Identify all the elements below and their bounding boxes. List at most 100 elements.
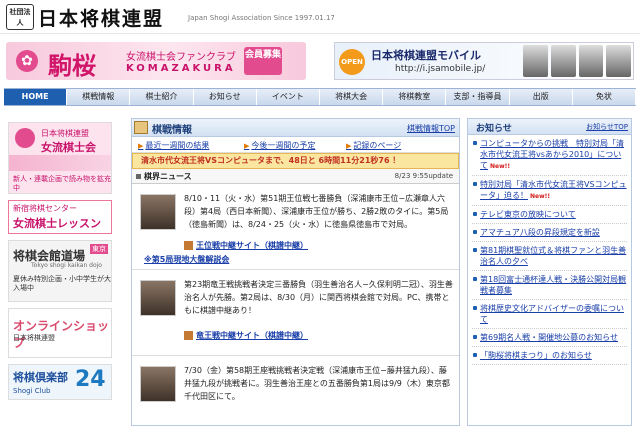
club-title: 将棋倶楽部 <box>13 371 68 384</box>
book-icon <box>184 331 193 340</box>
kaikan-desc: 夏休み特別企画・小中学生が大入場中 <box>13 275 111 292</box>
notice-item[interactable]: テレビ東京の放映について <box>472 206 627 224</box>
mobile-banner[interactable]: OPEN 日本将棋連盟モバイル http://i.jsamobile.jp/ <box>334 42 634 80</box>
club-sub: Shogi Club <box>13 387 51 395</box>
news-item: 第23期竜王戦挑戦者決定三番勝負（羽生善治名人−久保利明二冠）、羽生善治名人が先… <box>132 270 459 356</box>
phone-screens-image <box>523 45 631 77</box>
player-photo <box>140 280 176 316</box>
news-item-text: 第23期竜王戦挑戦者決定三番勝負（羽生善治名人−久保利明二冠）、羽生善治名人が先… <box>184 280 453 315</box>
komazakura-tagline: 女流棋士会ファンクラブ <box>126 52 236 63</box>
records-label: 記録のページ <box>353 141 402 150</box>
online-shop-banner[interactable]: オンラインショップ 日本将棋連盟 <box>8 308 112 358</box>
bullet-icon <box>473 306 477 310</box>
kisen-links: ▶ 最近一週間の結果 ▶ 今後一週間の予定 ▶ 記録のページ <box>132 137 459 153</box>
association-logo-mark[interactable]: 社団法人 <box>6 4 34 30</box>
site-subtitle: Japan Shogi Association Since 1997.01.17 <box>188 14 335 22</box>
notice-item[interactable]: 第81期棋聖就位式＆将棋ファンと羽生善治名人の夕べ <box>472 242 627 271</box>
notice-item[interactable]: コンピュータからの挑戦 特別対局「清水市代女流王将vsあから2010」について N… <box>472 135 627 176</box>
banner-row: ✿ 駒桜 女流棋士会ファンクラブ KOMAZAKURA 会員募集 OPEN 日本… <box>0 40 640 84</box>
bullet-icon <box>473 248 477 252</box>
sakura-icon <box>15 128 35 148</box>
nav-news[interactable]: お知らせ <box>194 89 257 105</box>
joryu-line2: 女流棋士会 <box>41 141 96 154</box>
oui-broadcast-label: 王位戦中継サイト（棋譜中継） <box>196 241 308 250</box>
notice-link[interactable]: アマチュア八段の昇段規定を新設 <box>480 228 600 237</box>
news-title: 棋界ニュース <box>144 172 192 181</box>
notice-link[interactable]: 第81期棋聖就位式＆将棋ファンと羽生善治名人の夕べ <box>480 246 626 266</box>
player-photo <box>140 366 176 402</box>
notice-item[interactable]: 第69期名人戦・開催地公募のお知らせ <box>472 329 627 347</box>
main-nav: HOME 棋戦情報 棋士紹介 お知らせ イベント 将棋大会 将棋教室 支部・指導… <box>4 88 637 106</box>
notice-link[interactable]: 「駒桜将棋まつり」のお知らせ <box>480 351 592 360</box>
sakura-icon: ✿ <box>16 50 38 72</box>
news-item-text: 8/10・11（火・水）第51期王位戦七番勝負（深浦康市王位−広瀬章人六段）第4… <box>184 194 449 229</box>
bullet-icon <box>473 335 477 339</box>
lesson-line1: 新宿将棋センター <box>13 204 77 213</box>
notices-header: お知らせ お知らせTOP <box>468 119 631 135</box>
nav-home[interactable]: HOME <box>4 89 68 105</box>
open-badge: OPEN <box>339 49 365 75</box>
notice-link[interactable]: 将棋歴史文化アドバイザーの委嘱について <box>480 304 624 324</box>
nav-menjo[interactable]: 免状 <box>573 89 637 105</box>
news-item: 8/10・11（火・水）第51期王位戦七番勝負（深浦康市王位−広瀬章人六段）第4… <box>132 184 459 270</box>
bullet-icon <box>473 230 477 234</box>
nav-branches[interactable]: 支部・指導員 <box>446 89 510 105</box>
news-header: 棋界ニュース 8/23 9:55update <box>132 169 459 184</box>
arrow-icon: ▶ <box>138 142 144 150</box>
kaikan-tag: 東京 <box>90 244 108 254</box>
nav-tournaments[interactable]: 将棋大会 <box>320 89 384 105</box>
lesson-line2: 女流棋士レッスン倶楽部 <box>13 217 101 230</box>
ryuou-broadcast-label: 竜王戦中継サイト（棋譜中継） <box>196 331 308 340</box>
kisen-top-link[interactable]: 棋戦情報TOP <box>407 123 455 134</box>
member-recruit-button[interactable]: 会員募集 <box>244 47 282 75</box>
notices-list: コンピュータからの挑戦 特別対局「清水市代女流王将vsあから2010」について N… <box>468 135 631 365</box>
notice-link[interactable]: 第69期名人戦・開催地公募のお知らせ <box>480 333 618 342</box>
player-photo <box>140 194 176 230</box>
square-bullet-icon <box>136 174 141 179</box>
upcoming-schedule-link[interactable]: ▶ 今後一週間の予定 <box>244 140 315 151</box>
news-item: 7/30（金）第58期王座戦挑戦者決定戦（深浦康市王位−藤井猛九段）、藤井猛九段… <box>132 356 459 442</box>
mobile-url: http://i.jsamobile.jp/ <box>395 64 486 74</box>
records-link[interactable]: ▶ 記録のページ <box>346 140 401 151</box>
notice-link[interactable]: テレビ東京の放映について <box>480 210 576 219</box>
upcoming-schedule-label: 今後一週間の予定 <box>251 141 316 150</box>
kisen-title: 棋戦情報 <box>152 125 192 136</box>
oui-broadcast-link[interactable]: 王位戦中継サイト（棋譜中継） <box>184 240 308 251</box>
notice-item[interactable]: 特別対局「清水市代女流王将VSコンピュータ」迫る！ New!! <box>472 176 627 206</box>
shop-sub: 日本将棋連盟 <box>13 334 55 342</box>
notice-item[interactable]: 将棋歴史文化アドバイザーの委嘱について <box>472 300 627 329</box>
nav-publishing[interactable]: 出版 <box>510 89 573 105</box>
bullet-icon <box>473 277 477 281</box>
nav-events[interactable]: イベント <box>257 89 321 105</box>
nav-classes[interactable]: 将棋教室 <box>383 89 447 105</box>
arrow-icon: ▶ <box>346 142 352 150</box>
shogi-club-banner[interactable]: 将棋倶楽部 24 Shogi Club <box>8 364 112 400</box>
commentary-link[interactable]: ※第5局現地大盤解説会 <box>144 254 229 265</box>
left-sidebar: 日本将棋連盟 女流棋士会 新人・連載企画で読み物を拡充中 新宿将棋センター 女流… <box>8 122 112 406</box>
bullet-icon <box>473 141 477 145</box>
club-number: 24 <box>75 367 106 392</box>
notice-item[interactable]: 「駒桜将棋まつり」のお知らせ <box>472 347 627 365</box>
joryu-kishikai-banner[interactable]: 日本将棋連盟 女流棋士会 新人・連載企画で読み物を拡充中 <box>8 122 112 194</box>
site-header: 社団法人 日本将棋連盟 Japan Shogi Association Sinc… <box>0 0 640 34</box>
lesson-club-banner[interactable]: 新宿将棋センター 女流棋士レッスン倶楽部 <box>8 200 112 234</box>
recent-results-link[interactable]: ▶ 最近一週間の結果 <box>138 140 209 151</box>
site-title[interactable]: 日本将棋連盟 <box>38 4 164 31</box>
notice-item[interactable]: アマチュア八段の昇段規定を新設 <box>472 224 627 242</box>
notice-item[interactable]: 第18回富士通杯達人戦・決勝公開対局観戦者募集 <box>472 271 627 300</box>
bullet-icon <box>473 182 477 186</box>
nav-kisen[interactable]: 棋戦情報 <box>67 89 131 105</box>
kaikan-dojo-banner[interactable]: 将棋会館道場 東京 Tokyo shogi kaikan dojo 夏休み特別企… <box>8 240 112 302</box>
ryuou-broadcast-link[interactable]: 竜王戦中継サイト（棋譜中継） <box>184 330 308 341</box>
bullet-icon <box>473 353 477 357</box>
komazakura-banner[interactable]: ✿ 駒桜 女流棋士会ファンクラブ KOMAZAKURA 会員募集 <box>6 42 306 80</box>
countdown-banner[interactable]: 清水市代女流王将VSコンピュータまで、48日と 6時間11分21秒76 ！ <box>132 153 459 169</box>
nav-kishi[interactable]: 棋士紹介 <box>130 89 194 105</box>
notices-top-link[interactable]: お知らせTOP <box>586 122 628 132</box>
joryu-photo-strip <box>9 155 111 171</box>
notice-link[interactable]: 第18回富士通杯達人戦・決勝公開対局観戦者募集 <box>480 275 626 295</box>
notices-title: お知らせ <box>476 124 512 134</box>
news-update-time: 8/23 9:55update <box>394 172 453 180</box>
mobile-title: 日本将棋連盟モバイル <box>371 49 481 62</box>
notice-link[interactable]: 特別対局「清水市代女流王将VSコンピュータ」迫る！ <box>480 180 627 200</box>
